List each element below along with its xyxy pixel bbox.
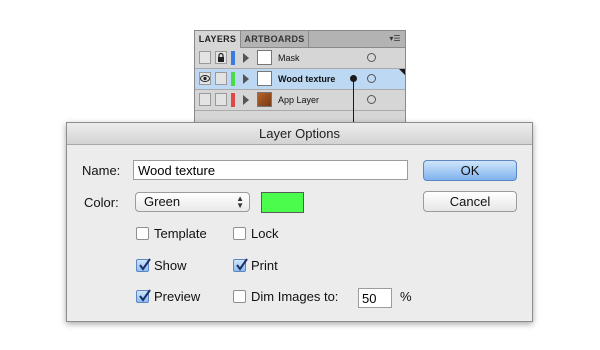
cancel-button[interactable]: Cancel	[423, 191, 517, 212]
layer-thumbnail	[257, 92, 272, 107]
layer-color-bar	[231, 51, 235, 65]
lock-icon	[218, 52, 224, 62]
layer-options-dialog: Layer Options Name: Color: Green ▲▼ OK C…	[66, 122, 533, 322]
select-arrows-icon: ▲ ▼	[236, 194, 244, 210]
checkmark-icon	[139, 258, 151, 271]
target-circle-icon[interactable]	[367, 74, 376, 83]
lock-checkbox[interactable]	[233, 227, 246, 240]
target-circle-icon[interactable]	[367, 95, 376, 104]
name-input[interactable]	[133, 160, 408, 180]
print-checkbox[interactable]	[233, 258, 248, 272]
visibility-toggle[interactable]	[199, 51, 211, 64]
expand-arrow-icon[interactable]	[243, 74, 249, 84]
preview-checkbox[interactable]	[136, 289, 151, 303]
color-label: Color:	[84, 195, 119, 210]
layer-row-app-layer[interactable]: App Layer	[195, 90, 405, 111]
panel-menu-icon[interactable]: ▾☰	[388, 33, 402, 44]
expand-arrow-icon[interactable]	[243, 95, 249, 105]
selection-indicator-icon	[399, 69, 405, 75]
checkmark-icon	[236, 258, 248, 271]
layer-color-bar	[231, 93, 235, 107]
color-select[interactable]: Green ▲ ▼	[135, 192, 250, 212]
layer-thumbnail	[257, 50, 272, 65]
dim-percent-input[interactable]	[358, 288, 392, 308]
target-circle-icon[interactable]	[367, 53, 376, 62]
layer-name: Wood texture	[278, 74, 336, 84]
layer-name: Mask	[278, 53, 300, 63]
visibility-toggle[interactable]	[199, 93, 211, 106]
lock-label: Lock	[251, 226, 279, 241]
layer-row-mask[interactable]: Mask	[195, 48, 405, 69]
dim-images-label: Dim Images to:	[251, 289, 339, 304]
layer-name: App Layer	[278, 95, 320, 105]
expand-arrow-icon[interactable]	[243, 53, 249, 63]
layer-row-wood-texture[interactable]: Wood texture	[195, 69, 405, 90]
tab-layers[interactable]: LAYERS	[195, 31, 241, 48]
show-label: Show	[154, 258, 187, 273]
checkmark-icon	[139, 289, 151, 302]
template-checkbox[interactable]	[136, 227, 149, 240]
preview-label: Preview	[154, 289, 201, 304]
dim-images-checkbox[interactable]	[233, 290, 246, 303]
callout-line	[353, 79, 354, 125]
layers-panel: LAYERS ARTBOARDS ▾☰ Mask Wood texture Ap…	[194, 30, 406, 130]
print-label: Print	[251, 258, 278, 273]
ok-button[interactable]: OK	[423, 160, 517, 181]
layer-color-bar	[231, 72, 235, 86]
lock-toggle[interactable]	[215, 51, 227, 64]
show-checkbox[interactable]	[136, 258, 151, 272]
lock-toggle[interactable]	[215, 72, 227, 85]
percent-unit: %	[400, 289, 412, 304]
dialog-title: Layer Options	[67, 123, 532, 145]
panel-tab-bar: LAYERS ARTBOARDS ▾☰	[195, 31, 405, 48]
template-label: Template	[154, 226, 207, 241]
tab-artboards[interactable]: ARTBOARDS	[241, 31, 309, 47]
visibility-toggle[interactable]	[199, 72, 211, 85]
color-select-value: Green	[144, 194, 181, 209]
lock-toggle[interactable]	[215, 93, 227, 106]
name-label: Name:	[82, 163, 121, 178]
layer-thumbnail	[257, 71, 272, 86]
eye-icon	[200, 75, 210, 82]
color-swatch[interactable]	[261, 192, 304, 213]
